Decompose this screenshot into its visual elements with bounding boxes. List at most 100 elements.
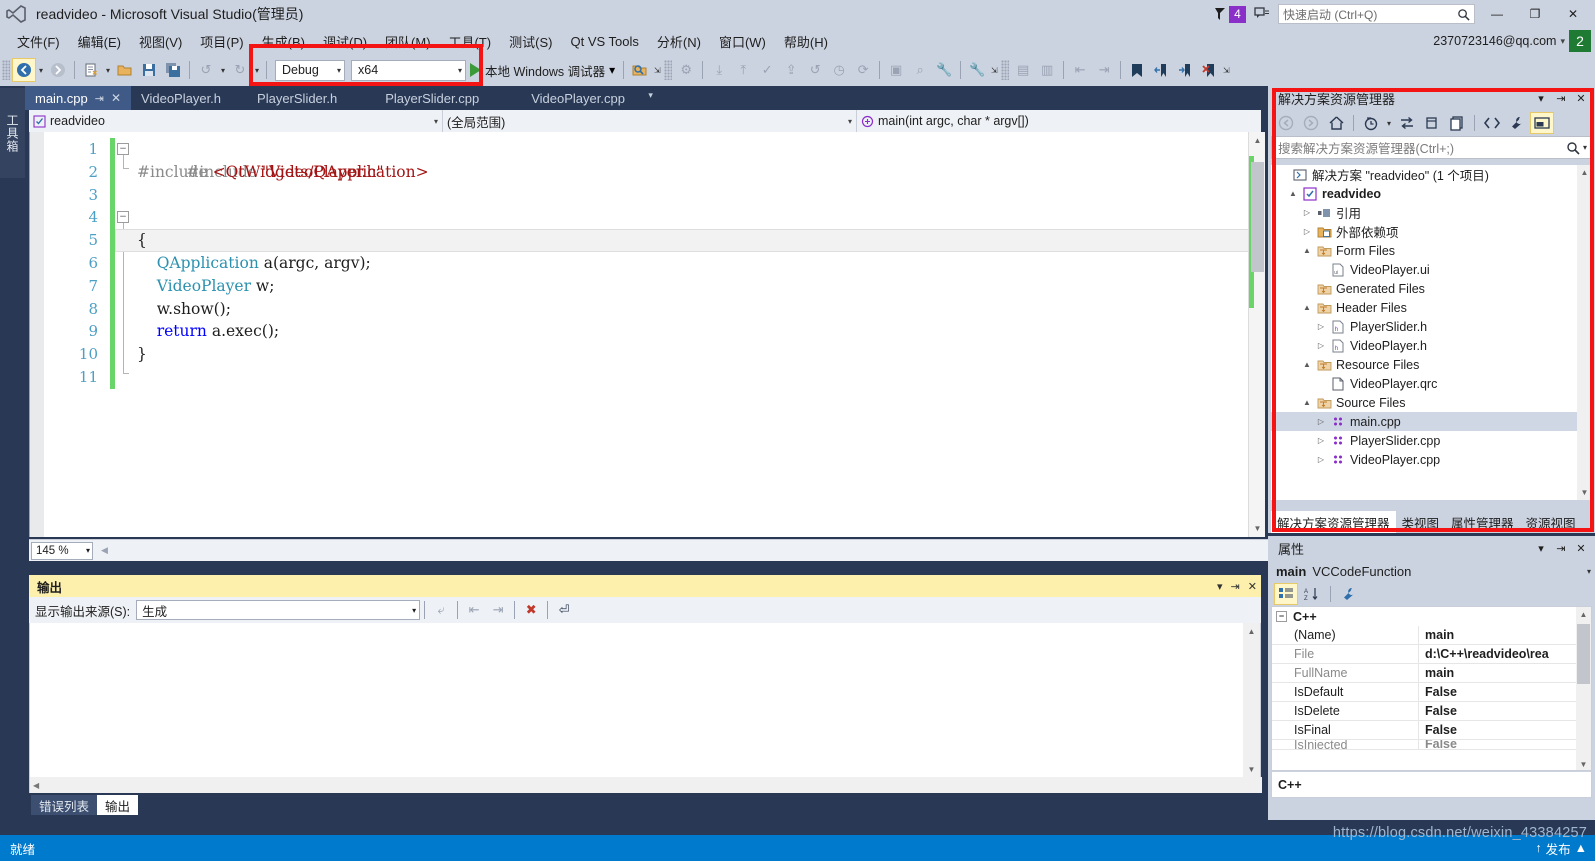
tools-options-button[interactable]: 🔧	[965, 58, 989, 82]
account-area[interactable]: 2370723146@qq.com ▾ 2	[1433, 30, 1591, 52]
chevron-down-icon[interactable]: ▾	[848, 117, 852, 126]
redo-dropdown[interactable]: ▾	[252, 66, 262, 75]
scroll-down-icon[interactable]: ▼	[1243, 761, 1260, 778]
indicator-margin[interactable]	[30, 132, 44, 537]
refresh-button[interactable]: ⟳	[851, 58, 875, 82]
refresh-button[interactable]	[1420, 112, 1444, 134]
bottom-tab-output[interactable]: 输出	[97, 795, 139, 815]
twisty-icon[interactable]: ▷	[1299, 227, 1315, 236]
code-text-area[interactable]: − #include "VideoPlayer.h" #include <QtWi…	[115, 132, 1261, 537]
property-row-isdelete[interactable]: IsDelete False	[1272, 701, 1591, 721]
status-bar-right[interactable]: ↑ 发布 ▲	[1535, 839, 1587, 858]
step-out-button[interactable]: ⇪	[779, 58, 803, 82]
chevron-down-icon[interactable]: ▾	[1587, 567, 1591, 576]
notifications-button[interactable]: 4	[1213, 5, 1246, 23]
tree-item-videoplayer-cpp[interactable]: ▷ VideoPlayer.cpp	[1271, 450, 1592, 469]
toolbar-grip[interactable]	[1001, 60, 1010, 80]
history-button[interactable]: ◷	[827, 58, 851, 82]
toggle-bookmark-button[interactable]	[1125, 58, 1149, 82]
property-value[interactable]: main	[1418, 663, 1591, 683]
step-over-button[interactable]: ⤒	[731, 58, 755, 82]
bottom-tab-error-list[interactable]: 错误列表	[31, 795, 98, 815]
tree-item-generated-files[interactable]: Generated Files	[1271, 279, 1592, 298]
property-row-fullname[interactable]: FullName main	[1272, 663, 1591, 683]
property-value[interactable]: main	[1418, 625, 1591, 645]
next-bookmark-button[interactable]	[1173, 58, 1197, 82]
properties-button[interactable]	[1505, 112, 1529, 134]
close-button[interactable]: ✕	[1557, 0, 1589, 28]
property-value[interactable]: False	[1418, 720, 1591, 740]
pin-icon[interactable]: ⇥	[1551, 88, 1571, 108]
zoom-level-combo[interactable]: 145 % ▾	[31, 541, 93, 560]
scroll-left-icon[interactable]: ◀	[30, 781, 39, 790]
nav-project-combo[interactable]: readvideo ▾	[29, 110, 443, 132]
toolbox-tab[interactable]: 工具箱	[0, 88, 25, 178]
tree-item-videoplayer-qrc[interactable]: VideoPlayer.qrc	[1271, 374, 1592, 393]
twisty-icon[interactable]: ▷	[1299, 208, 1315, 217]
code-editor[interactable]: 1 2 3 4 5 6 7 8 9 10 11 − #include "Vide…	[29, 132, 1261, 537]
code-line[interactable]: }	[115, 343, 1261, 366]
redo-button[interactable]: ↻	[228, 58, 252, 82]
code-line[interactable]	[115, 366, 1261, 389]
scrollbar-thumb[interactable]	[1577, 624, 1590, 684]
inspect-button[interactable]: ⌕	[908, 58, 932, 82]
categorized-view-button[interactable]	[1274, 583, 1298, 605]
output-vertical-scrollbar[interactable]: ▲ ▼	[1243, 623, 1260, 778]
save-button[interactable]	[137, 58, 161, 82]
previous-message-button[interactable]: ⇤	[462, 598, 486, 622]
toolbar-overflow[interactable]: ⇲	[989, 66, 999, 75]
close-icon[interactable]: ✕	[1571, 538, 1591, 558]
twisty-icon[interactable]: ▷	[1313, 417, 1329, 426]
collapse-all-button[interactable]	[1445, 112, 1469, 134]
close-icon[interactable]: ✕	[1248, 580, 1257, 593]
pin-icon[interactable]: ⇥	[95, 92, 104, 105]
chevron-down-icon[interactable]: ▾	[1531, 538, 1551, 558]
back-button[interactable]	[1274, 112, 1298, 134]
restore-button[interactable]: ❐	[1519, 0, 1551, 28]
twisty-icon[interactable]: ▷	[1313, 436, 1329, 445]
chevron-down-icon[interactable]: ▾	[1217, 580, 1223, 593]
scroll-up-icon[interactable]: ▲	[1243, 623, 1260, 640]
hscroll-left-icon[interactable]: ◀	[101, 545, 108, 556]
tree-item-resource-files[interactable]: ▲ Resource Files	[1271, 355, 1592, 374]
toolbar-overflow[interactable]: ⇲	[652, 66, 662, 75]
scroll-down-icon[interactable]: ▼	[1577, 485, 1592, 500]
pin-icon[interactable]: ⇥	[1551, 538, 1571, 558]
solution-configuration-combo[interactable]: Debug ▾	[275, 59, 345, 81]
output-source-combo[interactable]: 生成 ▾	[136, 600, 421, 620]
chevron-down-icon[interactable]: ▾	[337, 66, 341, 75]
property-value[interactable]: d:\C++\readvideo\rea	[1418, 644, 1591, 664]
menu-item-build[interactable]: 生成(B)	[253, 29, 314, 54]
property-row-file[interactable]: File d:\C++\readvideo\rea	[1272, 644, 1591, 664]
settings-button[interactable]: ⚙	[674, 58, 698, 82]
chevron-down-icon[interactable]: ▾	[609, 63, 615, 77]
property-value[interactable]: False	[1418, 740, 1591, 749]
property-row-isfinal[interactable]: IsFinal False	[1272, 720, 1591, 740]
new-project-dropdown[interactable]: ▾	[103, 66, 113, 75]
chevron-down-icon[interactable]: ▾	[412, 606, 416, 615]
verify-button[interactable]: ✓	[755, 58, 779, 82]
tree-item-playerslider-h[interactable]: ▷ h PlayerSlider.h	[1271, 317, 1592, 336]
tree-item-form-files[interactable]: ▲ Form Files	[1271, 241, 1592, 260]
twisty-expanded-icon[interactable]: ▲	[1299, 303, 1315, 312]
chevron-up-icon[interactable]: ▲	[1575, 841, 1587, 855]
properties-category-row[interactable]: − C++	[1272, 607, 1591, 626]
chevron-down-icon[interactable]: ▾	[434, 117, 438, 126]
twisty-icon[interactable]: ▷	[1313, 455, 1329, 464]
solution-explorer-tree[interactable]: 解决方案 "readvideo" (1 个项目) ▲ readvideo ▷ 引…	[1271, 165, 1592, 500]
menu-item-file[interactable]: 文件(F)	[8, 29, 69, 54]
twisty-expanded-icon[interactable]: ▲	[1285, 189, 1301, 198]
output-horizontal-scrollbar[interactable]: ◀	[30, 777, 1262, 794]
tree-item-videoplayer-h[interactable]: ▷ h VideoPlayer.h	[1271, 336, 1592, 355]
view-code-button[interactable]	[1480, 112, 1504, 134]
tab-resource-view[interactable]: 资源视图	[1520, 511, 1582, 533]
menu-item-team[interactable]: 团队(M)	[376, 29, 440, 54]
publish-label[interactable]: 发布	[1546, 839, 1571, 858]
tree-item-project[interactable]: ▲ readvideo	[1271, 184, 1592, 203]
menu-item-analyze[interactable]: 分析(N)	[648, 29, 710, 54]
property-value[interactable]: False	[1418, 682, 1591, 702]
nav-scope-combo[interactable]: (全局范围) ▾	[443, 110, 857, 132]
feedback-icon[interactable]	[1252, 4, 1272, 24]
tree-item-header-files[interactable]: ▲ Header Files	[1271, 298, 1592, 317]
scroll-up-icon[interactable]: ▲	[1576, 607, 1591, 622]
